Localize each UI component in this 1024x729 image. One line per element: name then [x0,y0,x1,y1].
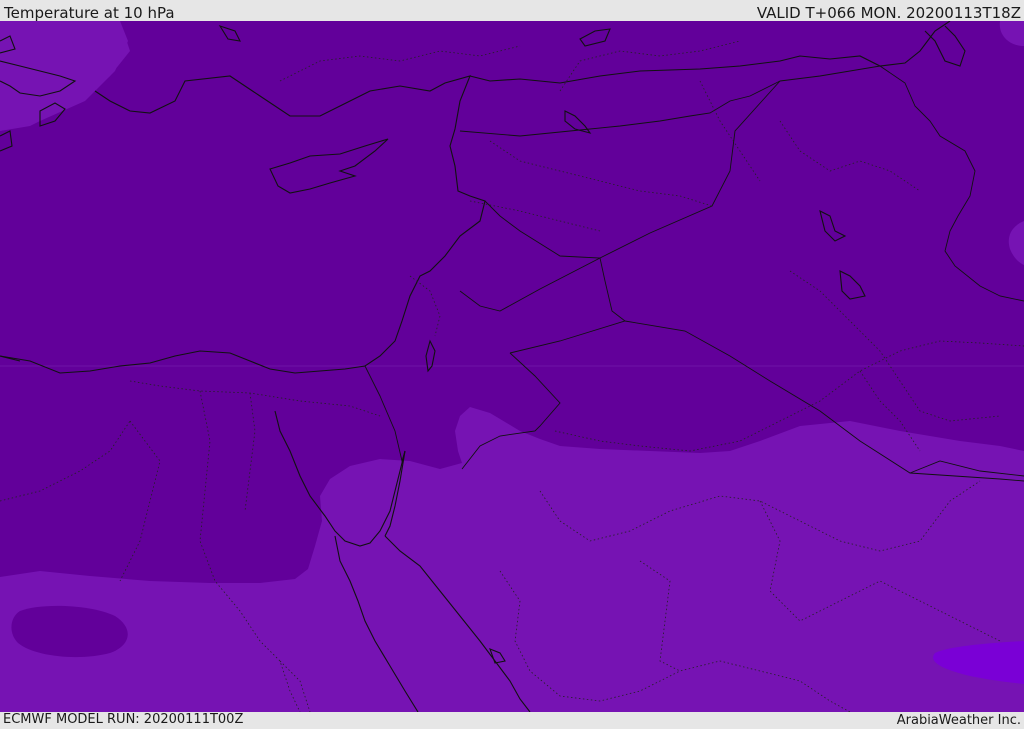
credit-label: ArabiaWeather Inc. [896,713,1021,728]
model-run-label: ECMWF MODEL RUN: 20200111T00Z [3,712,244,727]
map-title: Temperature at 10 hPa [4,4,175,22]
map-view[interactable] [0,21,1024,712]
header-bar: Temperature at 10 hPa VALID T+066 MON. 2… [0,0,1024,22]
valid-time-label: VALID T+066 MON. 20200113T18Z [756,4,1021,22]
temperature-map[interactable] [0,21,1024,712]
footer-bar: ECMWF MODEL RUN: 20200111T00Z ArabiaWeat… [0,712,1024,729]
